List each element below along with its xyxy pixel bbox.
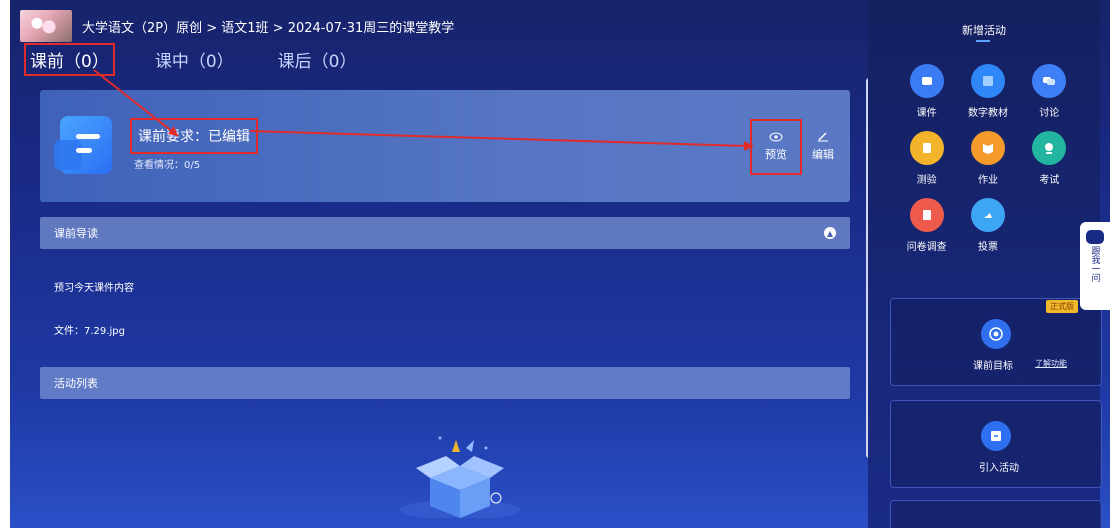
activity-label: 数字教材 — [967, 108, 1008, 119]
top-bar: 大学语文（2P）原创 > 语文1班 > 2024-07-31周三的课堂教学 — [10, 8, 878, 44]
activity-exam[interactable]: 考试 — [1019, 131, 1080, 186]
discussion-icon — [1032, 64, 1067, 98]
preview-button[interactable]: 预览 — [750, 119, 802, 175]
phase-tabs: 课前（0） 课中（0） 课后（0） — [10, 42, 878, 76]
requirement-card: 课前要求：已编辑 查看情况：0/5 预览 编辑 — [40, 90, 850, 202]
survey-icon — [909, 198, 944, 232]
activity-label: 考试 — [1039, 175, 1060, 186]
pencil-icon — [818, 132, 828, 142]
activity-vote[interactable]: 投票 — [957, 198, 1018, 253]
activity-label: 问卷调查 — [906, 242, 947, 253]
version-badge: 正式版 — [1046, 300, 1078, 313]
activity-survey[interactable]: 问卷调查 — [896, 198, 957, 253]
learn-feature-link[interactable]: 了解功能 — [1035, 358, 1067, 369]
chevron-up-icon[interactable]: ▲ — [824, 227, 836, 239]
goal-label: 课前目标 — [973, 361, 1013, 372]
activity-discussion[interactable]: 讨论 — [1019, 64, 1080, 119]
activity-grid: 课件 数字教材 讨论 测验 作业 考试 问卷调查 投票 — [896, 64, 1080, 253]
courseware-icon — [909, 64, 944, 98]
activity-homework[interactable]: 作业 — [957, 131, 1018, 186]
activity-quiz[interactable]: 测验 — [896, 131, 957, 186]
edit-button[interactable]: 编辑 — [812, 130, 834, 162]
activity-courseware[interactable]: 课件 — [896, 64, 957, 119]
panel-title: 新增活动 — [962, 24, 1006, 37]
activity-list-header: 活动列表 — [40, 367, 850, 399]
document-icon — [54, 116, 112, 174]
activity-digital-textbook[interactable]: 数字教材 — [957, 64, 1018, 119]
title-underline — [976, 40, 990, 42]
preview-label: 预览 — [765, 148, 787, 161]
import-icon — [981, 421, 1011, 451]
vote-icon — [970, 198, 1005, 232]
more-box[interactable] — [890, 500, 1102, 528]
import-activity-box[interactable]: 引入活动 — [890, 400, 1102, 488]
quiz-icon — [909, 131, 944, 165]
eye-icon — [769, 132, 783, 142]
requirement-title: 课前要求：已编辑 — [130, 118, 258, 154]
digital-textbook-icon — [970, 64, 1005, 98]
activity-label: 课件 — [916, 108, 937, 119]
add-activity-panel: 新增活动 课件 数字教材 讨论 测验 作业 考试 问卷调查 投票 课前目标 了解… — [868, 0, 1102, 528]
activity-label: 测验 — [916, 175, 937, 186]
attachment-file[interactable]: 文件：7.29.jpg — [40, 322, 850, 337]
tab-in-class[interactable]: 课中（0） — [151, 45, 238, 74]
activity-label: 作业 — [977, 175, 998, 186]
activity-label: 投票 — [977, 242, 998, 253]
activity-label: 讨论 — [1039, 108, 1060, 119]
target-icon — [981, 319, 1011, 349]
edit-label: 编辑 — [812, 148, 834, 161]
preview-guide-header[interactable]: 课前导读 ▲ — [40, 217, 850, 249]
activity-list-title: 活动列表 — [54, 377, 98, 390]
course-thumbnail — [20, 10, 72, 42]
preview-guide-title: 课前导读 — [54, 227, 98, 240]
assistant-label: 跟我一问 — [1089, 246, 1100, 282]
homework-icon — [970, 131, 1005, 165]
exam-icon — [1032, 131, 1067, 165]
import-label: 引入活动 — [979, 463, 1019, 474]
tab-after-class[interactable]: 课后（0） — [274, 45, 361, 74]
main-content: 课前要求：已编辑 查看情况：0/5 预览 编辑 课前导读 ▲ 预习今天课件内容 … — [40, 90, 850, 518]
view-status: 查看情况：0/5 — [134, 160, 201, 171]
preview-guide-text: 预习今天课件内容 — [54, 283, 134, 294]
empty-box-illustration — [400, 436, 520, 518]
ask-assistant-widget[interactable]: 跟我一问 — [1080, 222, 1110, 310]
breadcrumb[interactable]: 大学语文（2P）原创 > 语文1班 > 2024-07-31周三的课堂教学 — [82, 17, 454, 36]
tab-before-class[interactable]: 课前（0） — [24, 42, 115, 76]
robot-icon — [1086, 230, 1104, 244]
